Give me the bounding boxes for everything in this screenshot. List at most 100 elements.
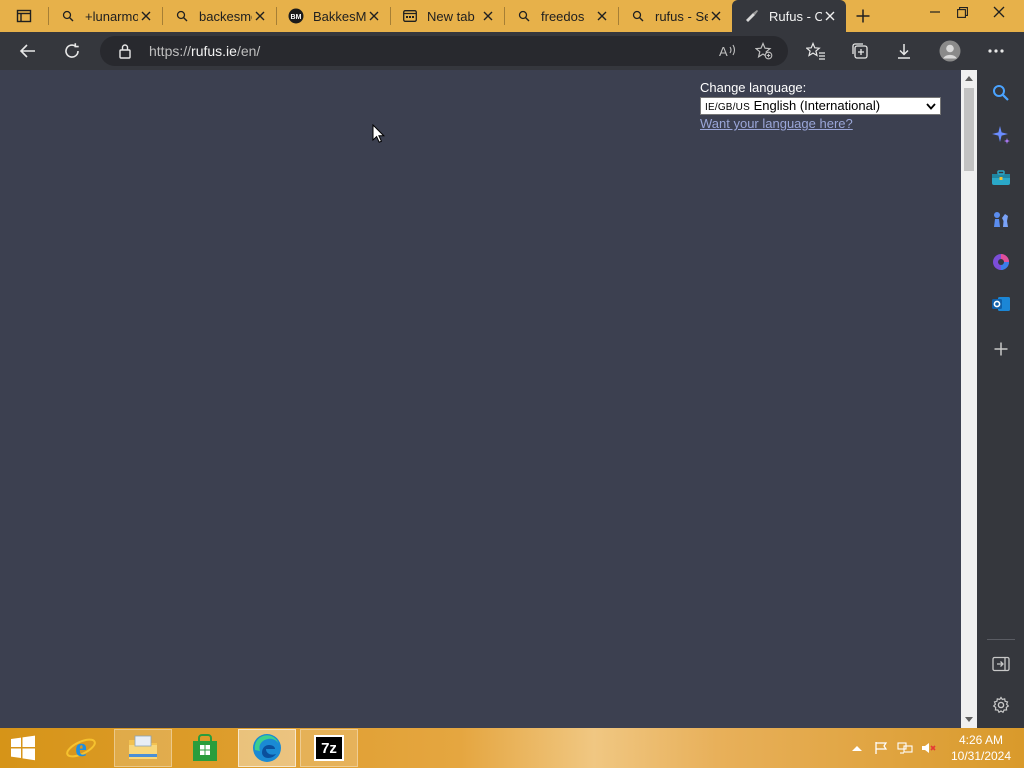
chess-piece-icon <box>994 212 1008 227</box>
restore-icon <box>956 6 968 18</box>
collections-icon <box>852 43 868 59</box>
tab-actions-button[interactable] <box>0 0 48 32</box>
taskbar-edge[interactable] <box>238 729 296 767</box>
volume-muted-icon <box>922 743 936 753</box>
windows-logo-icon <box>11 735 35 761</box>
new-tab-button[interactable] <box>846 0 880 32</box>
start-button[interactable] <box>0 729 46 767</box>
taskbar-file-explorer[interactable] <box>114 729 172 767</box>
tab-title: +lunarmod <box>85 8 138 24</box>
tab-title: Rufus - Create <box>769 8 822 24</box>
sidebar-office-button[interactable] <box>989 250 1013 274</box>
plus-icon <box>994 342 1008 356</box>
search-icon <box>630 8 646 24</box>
edge-icon <box>253 734 281 762</box>
add-favorite-icon[interactable] <box>754 41 773 60</box>
settings-more-button[interactable] <box>980 37 1012 65</box>
language-label: Change language: <box>700 80 807 95</box>
tab-title: BakkesMod <box>313 8 366 24</box>
more-dots-icon <box>988 49 1004 53</box>
sidebar-tools-button[interactable] <box>989 166 1013 190</box>
hide-sidebar-icon <box>992 656 1010 672</box>
tab-rufus-active[interactable]: Rufus - Create <box>732 0 846 32</box>
url-text[interactable]: https://rufus.ie/en/ <box>149 43 260 59</box>
tab-title: rufus - Search <box>655 8 708 24</box>
taskbar-internet-explorer[interactable]: e <box>52 729 110 767</box>
outlook-icon <box>992 297 1010 311</box>
sidebar-search-button[interactable] <box>989 81 1013 105</box>
close-icon[interactable] <box>708 8 724 24</box>
taskbar-clock[interactable]: 4:26 AM 10/31/2024 <box>946 732 1016 764</box>
tab-freedos[interactable]: freedos <box>504 0 618 32</box>
profile-button[interactable] <box>934 37 966 65</box>
close-icon[interactable] <box>366 8 382 24</box>
sparkle-icon <box>992 126 1010 144</box>
close-icon[interactable] <box>138 8 154 24</box>
browser-toolbar: https://rufus.ie/en/ A <box>0 32 1024 70</box>
newtab-icon <box>402 8 418 24</box>
tab-lunarmod[interactable]: +lunarmod <box>48 0 162 32</box>
taskbar-7zip[interactable]: 7z <box>300 729 358 767</box>
language-selected-value: English (International) <box>753 98 881 113</box>
scroll-thumb[interactable] <box>964 88 974 171</box>
tab-title: New tab <box>427 8 475 24</box>
language-select[interactable]: IE/GB/US English (International) <box>700 97 941 115</box>
page-scrollbar[interactable] <box>961 70 977 728</box>
url-path: /en/ <box>236 43 261 59</box>
network-icon <box>897 742 913 754</box>
sidebar-add-button[interactable] <box>989 337 1013 361</box>
url-scheme: https:// <box>149 43 192 59</box>
clock-time: 4:26 AM <box>958 733 1004 747</box>
sidebar-outlook-button[interactable] <box>989 292 1013 316</box>
tab-rufus-search[interactable]: rufus - Search <box>618 0 732 32</box>
favorites-button[interactable] <box>800 37 832 65</box>
taskbar-store[interactable] <box>176 729 234 767</box>
refresh-icon <box>65 43 79 58</box>
refresh-button[interactable] <box>56 37 88 65</box>
close-window-button[interactable] <box>982 0 1016 24</box>
clock-date: 10/31/2024 <box>950 749 1012 763</box>
tab-title: backesmod <box>199 8 252 24</box>
close-icon[interactable] <box>252 8 268 24</box>
sidebar-settings-button[interactable] <box>989 693 1013 717</box>
address-bar[interactable]: https://rufus.ie/en/ A <box>100 36 788 66</box>
close-icon[interactable] <box>822 8 838 24</box>
back-button[interactable] <box>12 37 44 65</box>
mouse-cursor-icon <box>372 124 385 143</box>
avatar-icon <box>939 40 961 62</box>
minimize-icon <box>930 11 940 13</box>
collections-button[interactable] <box>844 37 876 65</box>
show-hidden-icons-button[interactable] <box>849 740 865 756</box>
lock-icon[interactable] <box>118 43 132 59</box>
tab-bakkesmod[interactable]: BM BakkesMod <box>276 0 390 32</box>
tab-new-tab[interactable]: New tab <box>390 0 504 32</box>
close-icon[interactable] <box>480 8 496 24</box>
back-arrow-icon <box>19 44 35 58</box>
svg-text:e: e <box>75 733 87 762</box>
sidebar-hide-button[interactable] <box>989 652 1013 676</box>
scroll-up-icon[interactable] <box>965 74 973 82</box>
chevron-down-icon <box>924 99 938 113</box>
seven-zip-icon: 7z <box>314 735 344 761</box>
search-icon <box>993 85 1009 101</box>
internet-explorer-icon: e <box>66 733 96 762</box>
tab-bar: +lunarmod backesmod BM BakkesMod New tab… <box>0 0 1024 32</box>
search-icon <box>174 8 190 24</box>
favorites-icon <box>806 42 825 60</box>
url-domain: rufus.ie <box>191 43 237 59</box>
scroll-down-icon[interactable] <box>965 716 973 724</box>
volume-button[interactable] <box>921 740 937 756</box>
action-center-flag-button[interactable] <box>873 740 889 756</box>
restore-button[interactable] <box>945 0 979 24</box>
read-aloud-icon[interactable]: A <box>719 43 739 59</box>
language-flag-code: IE/GB/US <box>705 102 750 113</box>
downloads-button[interactable] <box>888 37 920 65</box>
language-request-link[interactable]: Want your language here? <box>700 116 941 131</box>
close-icon[interactable] <box>594 8 610 24</box>
sidebar-games-button[interactable] <box>989 208 1013 232</box>
sidebar-copilot-button[interactable] <box>989 123 1013 147</box>
tab-backesmod[interactable]: backesmod <box>162 0 276 32</box>
download-icon <box>898 44 910 59</box>
network-button[interactable] <box>897 740 913 756</box>
svg-text:BM: BM <box>291 14 302 21</box>
